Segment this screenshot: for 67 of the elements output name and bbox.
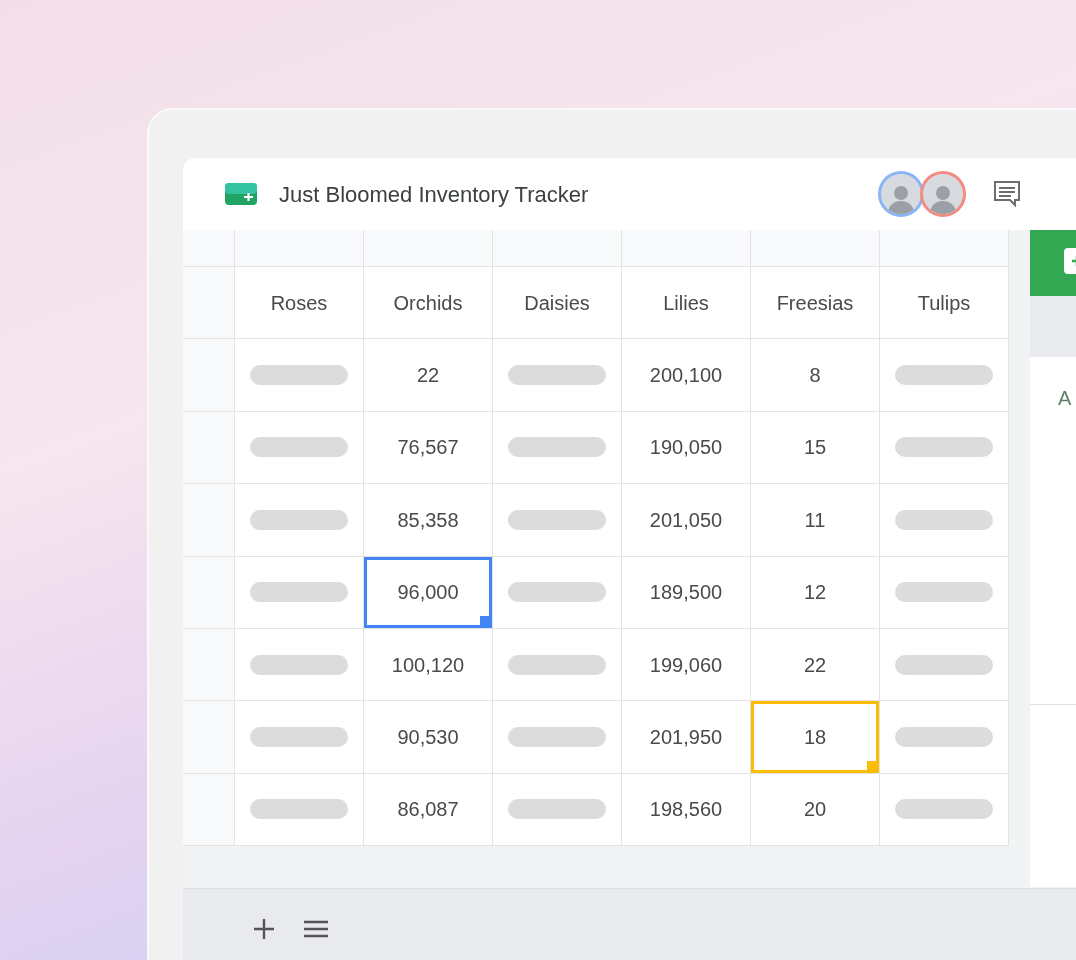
document-title: Just Bloomed Inventory Tracker bbox=[279, 180, 589, 209]
table-cell[interactable] bbox=[235, 556, 364, 629]
panel-text: A bbox=[1058, 387, 1072, 409]
table-cell[interactable]: 15 bbox=[751, 411, 880, 485]
row-header-cell[interactable] bbox=[183, 556, 235, 629]
table-cell[interactable]: 201,950 bbox=[622, 701, 751, 774]
row-header-cell[interactable] bbox=[183, 701, 235, 774]
fill-handle[interactable] bbox=[480, 615, 492, 628]
column-header: Freesias bbox=[751, 267, 880, 340]
avatar[interactable] bbox=[920, 171, 967, 217]
table-cell[interactable]: 190,050 bbox=[622, 411, 751, 485]
table-cell[interactable]: 200,100 bbox=[622, 339, 751, 412]
table-cell[interactable] bbox=[493, 556, 622, 629]
table-cell[interactable]: 8 bbox=[751, 339, 880, 412]
table-cell[interactable]: 199,060 bbox=[622, 628, 751, 702]
table-cell[interactable]: 100,120 bbox=[364, 628, 493, 702]
selected-cell[interactable]: 18 bbox=[751, 701, 880, 774]
table-cell[interactable] bbox=[880, 628, 1009, 702]
table-cell[interactable]: 90,530 bbox=[364, 701, 493, 774]
column-letter-cell[interactable] bbox=[235, 230, 364, 267]
table-cell[interactable]: 76,567 bbox=[364, 411, 493, 485]
selected-cell[interactable]: 96,000 bbox=[364, 556, 493, 629]
table-cell[interactable] bbox=[880, 773, 1009, 847]
column-header: Lilies bbox=[622, 267, 751, 340]
table-cell[interactable] bbox=[235, 411, 364, 485]
table-cell[interactable]: 189,500 bbox=[622, 556, 751, 629]
table-cell[interactable] bbox=[493, 773, 622, 847]
table-cell[interactable] bbox=[235, 339, 364, 412]
comment-icon[interactable] bbox=[992, 179, 1023, 209]
fill-handle[interactable] bbox=[867, 760, 879, 773]
column-letter-cell[interactable] bbox=[751, 230, 880, 267]
table-cell[interactable]: 11 bbox=[751, 484, 880, 557]
table-cell[interactable] bbox=[880, 556, 1009, 629]
table-cell[interactable] bbox=[880, 701, 1009, 774]
table-cell[interactable]: 22 bbox=[364, 339, 493, 412]
column-letter-cell[interactable] bbox=[880, 230, 1009, 267]
table-cell[interactable] bbox=[493, 701, 622, 774]
table-cell[interactable] bbox=[235, 628, 364, 702]
table-cell[interactable] bbox=[235, 773, 364, 847]
column-letter-cell[interactable] bbox=[364, 230, 493, 267]
menu-icon[interactable] bbox=[303, 918, 329, 939]
table-cell[interactable] bbox=[493, 411, 622, 485]
column-letter-cell[interactable] bbox=[493, 230, 622, 267]
column-header: Roses bbox=[235, 267, 364, 340]
table-cell[interactable] bbox=[880, 411, 1009, 485]
row-header-cell[interactable] bbox=[183, 411, 235, 485]
row-header-cell[interactable] bbox=[183, 339, 235, 412]
table-cell[interactable] bbox=[880, 339, 1009, 412]
table-cell[interactable]: 201,050 bbox=[622, 484, 751, 557]
table-cell[interactable] bbox=[493, 484, 622, 557]
row-header-cell[interactable] bbox=[183, 773, 235, 847]
table-cell[interactable] bbox=[880, 484, 1009, 557]
table-cell[interactable] bbox=[493, 339, 622, 412]
table-cell[interactable]: 22 bbox=[751, 628, 880, 702]
table-cell[interactable]: 12 bbox=[751, 556, 880, 629]
row-header-cell[interactable] bbox=[183, 484, 235, 557]
row-header-cell[interactable] bbox=[183, 628, 235, 702]
table-cell[interactable] bbox=[235, 701, 364, 774]
table-cell[interactable]: 85,358 bbox=[364, 484, 493, 557]
column-letter-cell[interactable] bbox=[622, 230, 751, 267]
column-header: Daisies bbox=[493, 267, 622, 340]
row-header-cell[interactable] bbox=[183, 267, 235, 340]
table-cell[interactable] bbox=[235, 484, 364, 557]
table-cell[interactable] bbox=[493, 628, 622, 702]
spreadsheet-logo-icon bbox=[225, 183, 257, 205]
add-icon[interactable] bbox=[253, 917, 275, 940]
column-header: Orchids bbox=[364, 267, 493, 340]
